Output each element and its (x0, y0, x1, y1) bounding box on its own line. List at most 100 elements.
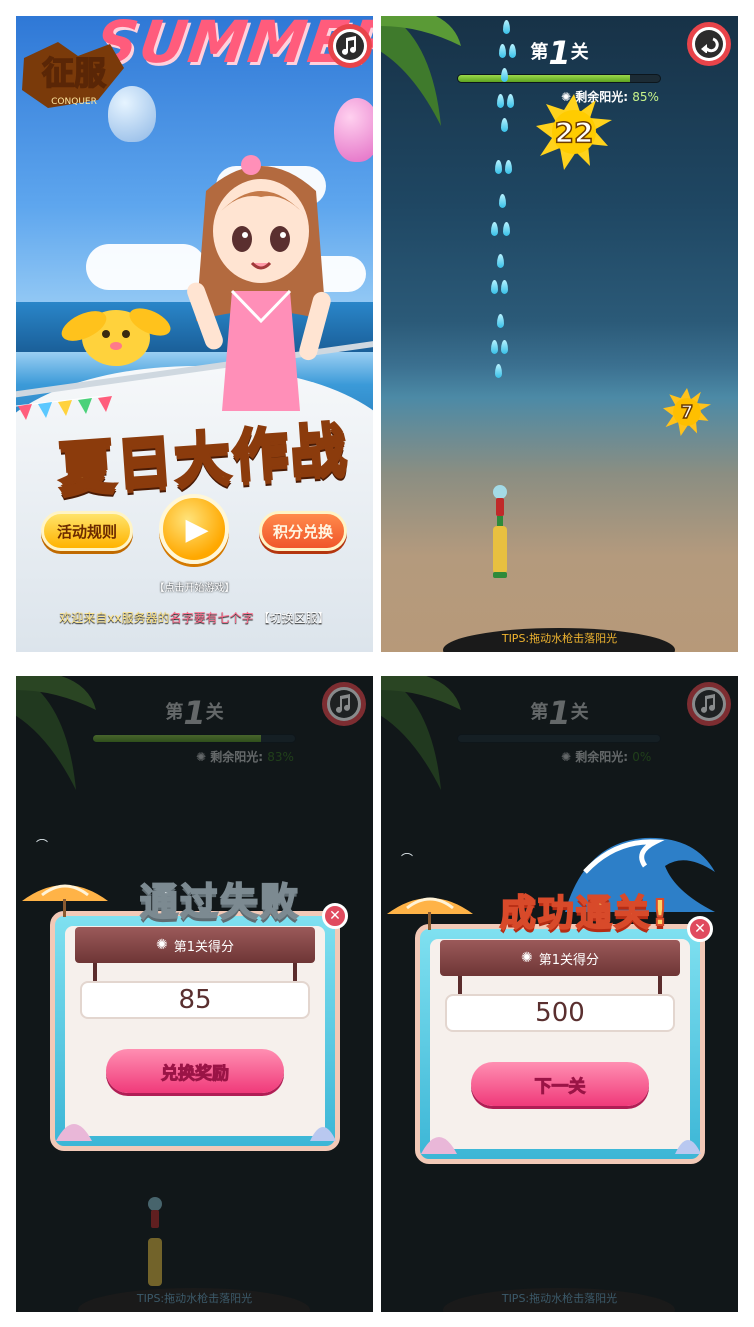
svg-text:CONQUER: CONQUER (51, 97, 97, 107)
remaining-sunlight: ✺ 剩余阳光: 83% (196, 748, 294, 765)
music-note-icon (701, 694, 715, 713)
seashell-decoration (56, 1124, 92, 1141)
remaining-label: 剩余阳光: (210, 750, 264, 764)
water-gun (148, 1197, 162, 1286)
dialog-title: 成功通关! (499, 892, 671, 935)
tips-text: TIPS:拖动水枪击落阳光 (501, 632, 618, 645)
water-drop (501, 68, 508, 82)
score-header: ✺ 第1关得分 (75, 927, 315, 963)
water-drop (505, 160, 512, 174)
sunlight-progress-bar (457, 74, 661, 83)
level-prefix: 第 (530, 42, 549, 63)
close-button[interactable]: ✕ (687, 916, 713, 942)
sun-gear-icon: ✺ (196, 750, 207, 764)
play-button[interactable]: ▶ (159, 494, 229, 564)
gameplay-screen: 第1关 ✺ 剩余阳光: 85% 22 7 TIPS:拖动水枪击落阳光 (381, 16, 738, 652)
score-label: 第1关得分 (173, 939, 234, 955)
water-drop (503, 20, 510, 34)
music-note-icon (342, 36, 356, 55)
dialog-title: 通过失败 (139, 879, 300, 925)
back-button[interactable] (687, 22, 731, 66)
sun-target-large[interactable]: 22 (536, 94, 612, 170)
level-indicator: 第1关 (381, 34, 738, 72)
beach-umbrella (22, 884, 108, 917)
water-drop (497, 314, 504, 328)
music-note-icon (336, 694, 350, 713)
board-pegs (93, 963, 297, 981)
sun-value: 7 (680, 401, 694, 424)
switch-server-link[interactable]: 【切换区服】 (258, 611, 330, 625)
progress-fill (458, 75, 630, 82)
music-toggle-button[interactable] (687, 682, 731, 726)
rules-button[interactable]: 活动规则 (41, 511, 133, 551)
water-drop (501, 340, 508, 354)
level-prefix: 第 (530, 702, 549, 723)
remaining-percent: 83% (267, 750, 294, 764)
tips-text: TIPS:拖动水枪击落阳光 (136, 1292, 253, 1305)
score-header: ✺ 第1关得分 (440, 940, 680, 976)
welcome-prefix: 欢迎来自xx服务器的 (59, 611, 170, 625)
seagull: ︵ (36, 830, 49, 844)
board-pegs (458, 976, 662, 994)
water-drop (501, 280, 508, 294)
yellow-dog-mascot (61, 308, 171, 366)
remaining-label: 剩余阳光: (575, 750, 629, 764)
water-drop (491, 280, 498, 294)
sun-value: 22 (554, 115, 594, 150)
score-value: 85 (80, 981, 310, 1019)
water-drop (507, 94, 514, 108)
beach-umbrella (387, 897, 473, 930)
sun-gear-icon: ✺ (520, 950, 533, 966)
level-suffix: 关 (570, 42, 589, 63)
level-indicator: 第1关 (16, 694, 373, 732)
water-drop (499, 194, 506, 208)
level-suffix: 关 (205, 702, 224, 723)
seagull: ︵ (401, 844, 414, 858)
success-result-screen: 第1关 ✺ 剩余阳光: 0% ︵ 成功通关! ✕ ✺ 第1关得分 500 下一关… (381, 676, 738, 1312)
seashell-decoration (421, 1137, 457, 1154)
player-name: 名字要有七个字 (169, 611, 254, 625)
remaining-percent: 85% (632, 90, 659, 104)
level-prefix: 第 (165, 702, 184, 723)
water-gun[interactable] (489, 484, 511, 580)
start-screen: SUMMER 征服 CONQUER 夏日大作战 活动规则 ▶ 积分兑换 【点击开… (16, 16, 373, 652)
score-label: 第1关得分 (538, 952, 599, 968)
close-icon: ✕ (694, 921, 706, 937)
water-drop (495, 160, 502, 174)
progress-fill (93, 735, 261, 742)
back-arrow-icon (701, 37, 719, 53)
water-drop (491, 340, 498, 354)
water-drop (509, 44, 516, 58)
music-toggle-button[interactable] (328, 24, 372, 68)
close-icon: ✕ (329, 908, 341, 924)
fail-result-screen: 第1关 ✺ 剩余阳光: 83% ︵ 通过失败 ✕ ✺ 第1关得分 85 兑换奖励 (16, 676, 373, 1312)
level-number: 1 (548, 34, 571, 72)
sunlight-progress-bar (457, 734, 661, 743)
remaining-percent: 0% (632, 750, 652, 764)
tips-text: TIPS:拖动水枪击落阳光 (501, 1292, 618, 1305)
seashell-decoration (675, 1140, 701, 1154)
points-exchange-button[interactable]: 积分兑换 (259, 511, 347, 551)
level-suffix: 关 (570, 702, 589, 723)
sunlight-progress-bar (92, 734, 296, 743)
water-drop (495, 364, 502, 378)
next-level-button[interactable]: 下一关 (471, 1062, 649, 1106)
remaining-sunlight: ✺ 剩余阳光: 0% (561, 748, 651, 765)
water-drop (497, 94, 504, 108)
water-drop (497, 254, 504, 268)
level-number: 1 (548, 694, 571, 732)
water-drop (501, 118, 508, 132)
play-icon: ▶ (185, 511, 209, 547)
welcome-line: 欢迎来自xx服务器的名字要有七个字 【切换区服】 (16, 609, 373, 626)
game-logo: 征服 CONQUER (22, 42, 124, 108)
result-dialog: 通过失败 ✕ ✺ 第1关得分 85 兑换奖励 (22, 879, 348, 1151)
redeem-reward-button[interactable]: 兑换奖励 (106, 1049, 284, 1093)
water-drop (491, 222, 498, 236)
level-indicator: 第1关 (381, 694, 738, 732)
sun-target-small[interactable]: 7 (663, 388, 711, 436)
water-drop (499, 44, 506, 58)
close-button[interactable]: ✕ (322, 903, 348, 929)
play-hint: 【点击开始游戏】 (154, 583, 235, 594)
music-toggle-button[interactable] (322, 682, 366, 726)
water-drop (503, 222, 510, 236)
